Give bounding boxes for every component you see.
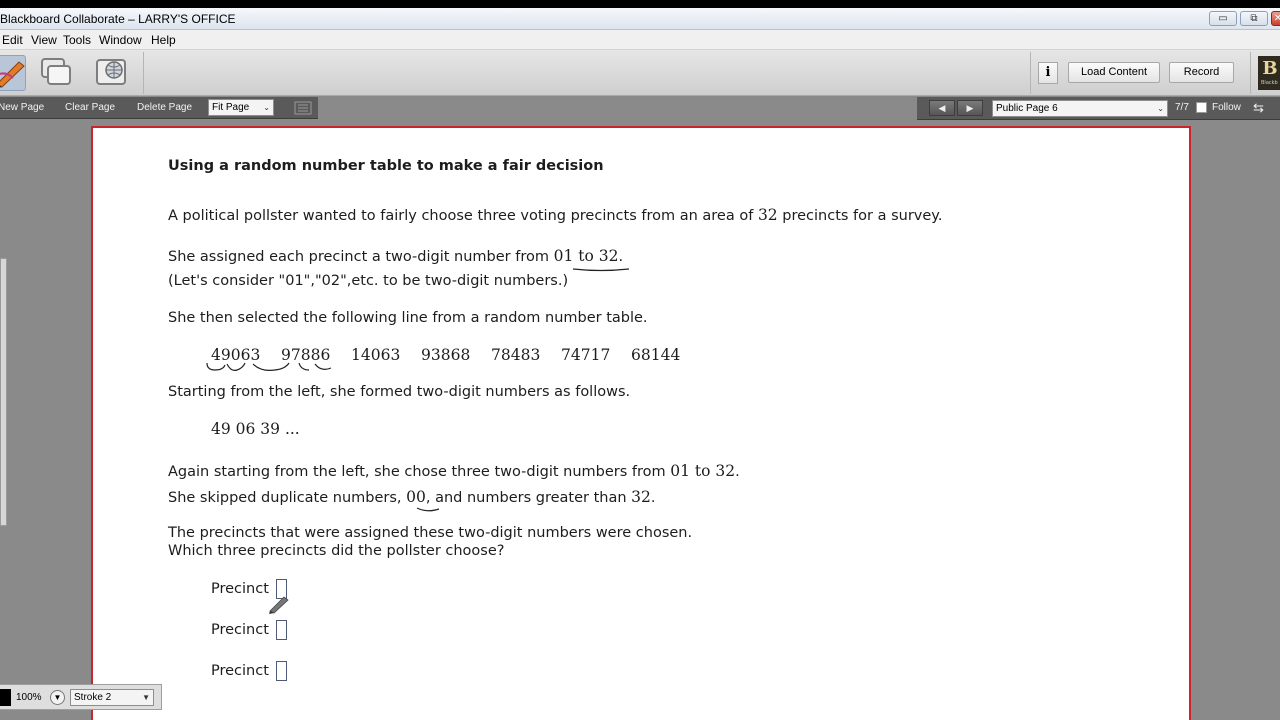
assign-range: 01 to 32: [553, 247, 619, 265]
page-navigation-bar: ◀ ▶ Public Page 6 ⌄ 7/7 Follow ⇆: [917, 97, 1280, 120]
skipped-text-end: .: [650, 490, 656, 506]
logo-letter: B: [1262, 58, 1278, 79]
color-swatch[interactable]: [0, 689, 11, 706]
menu-view[interactable]: View: [31, 33, 57, 47]
menu-window[interactable]: Window: [99, 33, 142, 47]
assign-text-start: She assigned each precinct a two-digit n…: [168, 249, 554, 265]
random-number: 74717: [561, 346, 611, 364]
window-title: Blackboard Collaborate – LARRY'S OFFICE: [0, 12, 236, 26]
skipped-text-start: She skipped duplicate numbers,: [168, 490, 407, 506]
record-button[interactable]: Record: [1169, 62, 1234, 83]
again-text-end: .: [735, 464, 740, 480]
skipped-limit: 32: [631, 488, 651, 506]
precinct-answer-input[interactable]: [276, 620, 287, 640]
new-page-button[interactable]: New Page: [0, 102, 44, 113]
follow-checkbox[interactable]: [1196, 102, 1207, 113]
arrow-left-icon: ◀: [938, 103, 946, 113]
load-content-button[interactable]: Load Content: [1068, 62, 1160, 83]
follow-label: Follow: [1212, 102, 1241, 113]
zoom-level: 100%: [16, 692, 42, 703]
whiteboard-mode-button[interactable]: [0, 55, 26, 91]
menu-help[interactable]: Help: [151, 33, 176, 47]
zoom-dropdown-button[interactable]: ▼: [50, 690, 65, 705]
question-text: Which three precincts did the pollster c…: [168, 543, 505, 559]
intro-text-start: A political pollster wanted to fairly ch…: [168, 208, 758, 224]
app-share-button[interactable]: [38, 55, 76, 91]
toolbar-separator: [1250, 52, 1251, 94]
again-range: 01 to 32: [670, 462, 736, 480]
assigned-text: The precincts that were assigned these t…: [168, 525, 693, 541]
chevron-down-icon: ▼: [142, 693, 150, 702]
assign-text: She assigned each precinct a two-digit n…: [168, 247, 623, 265]
page-list-icon[interactable]: [294, 101, 312, 115]
whiteboard-page[interactable]: Using a random number table to make a fa…: [91, 126, 1191, 720]
intro-text: A political pollster wanted to fairly ch…: [168, 206, 942, 224]
windows-stack-icon: [41, 58, 71, 85]
skipped-number: 00: [406, 488, 426, 506]
page-select-value: Public Page 6: [996, 103, 1058, 114]
window-titlebar: Blackboard Collaborate – LARRY'S OFFICE …: [0, 8, 1280, 30]
intro-text-end: precincts for a survey.: [777, 208, 943, 224]
formed-numbers: 49 06 39 ...: [211, 420, 300, 438]
consider-text: (Let's consider "01","02",etc. to be two…: [168, 273, 569, 289]
precinct-label: Precinct: [211, 663, 269, 679]
page-count: 7/7: [1175, 102, 1189, 113]
blackboard-logo: B Blackb: [1258, 56, 1280, 90]
menu-edit[interactable]: Edit: [2, 33, 23, 47]
menu-tools[interactable]: Tools: [63, 33, 91, 47]
random-number: 68144: [631, 346, 681, 364]
selected-text: She then selected the following line fro…: [168, 310, 648, 326]
precinct-answer-input[interactable]: [276, 661, 287, 681]
again-text-start: Again starting from the left, she chose …: [168, 464, 671, 480]
arrow-right-icon: ▶: [966, 103, 974, 113]
delete-page-button[interactable]: Delete Page: [137, 102, 192, 113]
info-button[interactable]: i: [1038, 62, 1058, 84]
pencil-board-icon: [0, 61, 25, 88]
web-tour-button[interactable]: [94, 55, 132, 91]
chevron-down-icon: ⌄: [1157, 104, 1164, 113]
whiteboard-page-bar: New Page Clear Page Delete Page Fit Page…: [0, 97, 318, 119]
close-button[interactable]: ✕: [1271, 11, 1280, 26]
random-number: 78483: [491, 346, 541, 364]
chevron-down-icon: ⌄: [263, 103, 270, 112]
skipped-text: She skipped duplicate numbers, 00, and n…: [168, 488, 655, 506]
toolbar-separator: [1030, 52, 1031, 94]
page-select[interactable]: Public Page 6 ⌄: [992, 100, 1168, 117]
intro-number: 32: [757, 206, 778, 224]
main-toolbar: Load Content Record: [0, 50, 1280, 96]
next-page-button[interactable]: ▶: [957, 100, 983, 116]
menu-bar: Edit View Tools Window Help: [0, 30, 1280, 50]
starting-text: Starting from the left, she formed two-d…: [168, 384, 631, 400]
restore-button[interactable]: ⧉: [1240, 11, 1268, 26]
previous-page-button[interactable]: ◀: [929, 100, 955, 116]
precinct-label: Precinct: [211, 581, 269, 597]
precinct-label: Precinct: [211, 622, 269, 638]
fit-page-select[interactable]: Fit Page ⌄: [208, 99, 274, 116]
question-heading: Using a random number table to make a fa…: [168, 158, 604, 174]
top-edge: [0, 0, 1280, 8]
left-tool-panel[interactable]: [0, 258, 7, 526]
assign-text-end: .: [618, 249, 624, 265]
ink-underline: [416, 507, 440, 512]
clear-page-button[interactable]: Clear Page: [65, 102, 115, 113]
drawing-options-bar: 100% ▼ Stroke 2 ▼: [0, 684, 162, 710]
swap-arrows-icon[interactable]: ⇆: [1253, 100, 1264, 116]
chevron-down-icon: ▼: [53, 693, 62, 702]
stroke-value: Stroke 2: [74, 692, 112, 703]
ink-pair-brackets: [206, 362, 332, 371]
random-number: 14063: [351, 346, 401, 364]
fit-page-value: Fit Page: [212, 102, 250, 113]
ink-underline: [572, 268, 630, 272]
pen-cursor-icon: [269, 596, 289, 614]
logo-text: Blackb: [1261, 80, 1278, 86]
random-number: 93868: [421, 346, 471, 364]
globe-window-icon: [96, 59, 126, 85]
stroke-select[interactable]: Stroke 2 ▼: [70, 689, 154, 706]
minimize-button[interactable]: ▭: [1209, 11, 1237, 26]
toolbar-separator: [143, 52, 144, 94]
again-text: Again starting from the left, she chose …: [168, 462, 740, 480]
skipped-text-middle: , and numbers greater than: [425, 490, 632, 506]
